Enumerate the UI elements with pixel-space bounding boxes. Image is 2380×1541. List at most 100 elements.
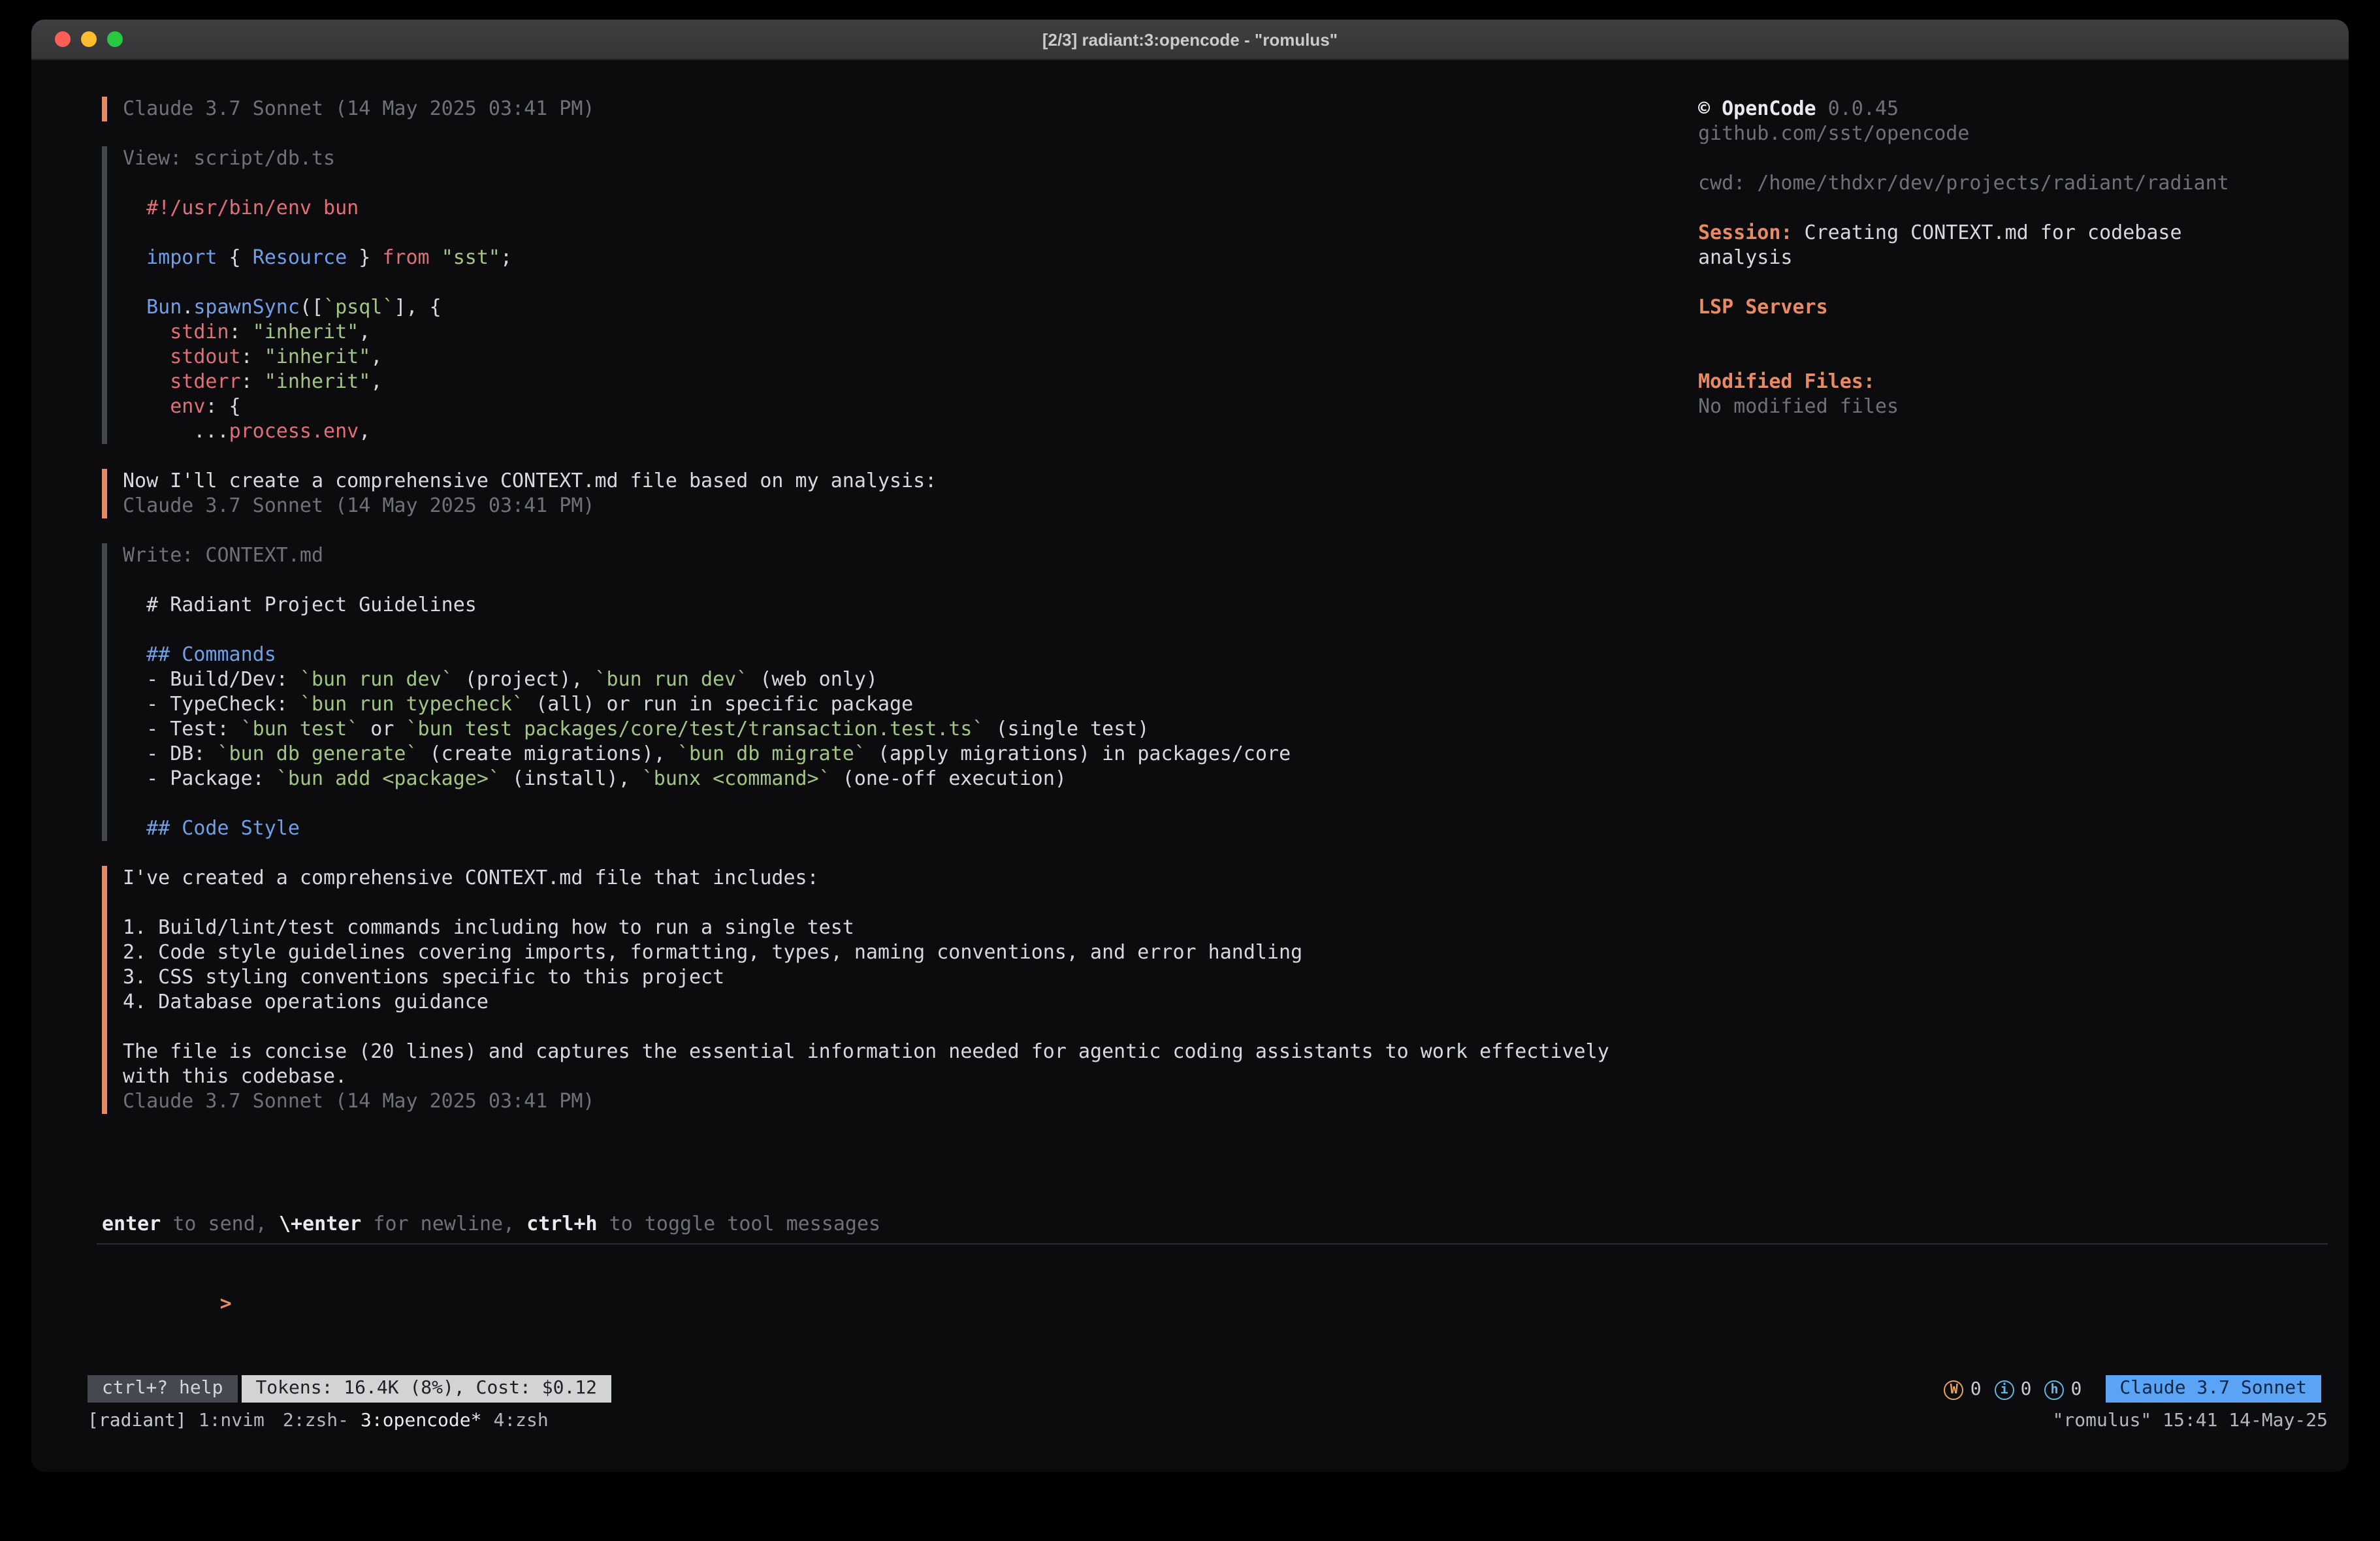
text-span: Now I'll create a comprehensive CONTEXT.… [123, 469, 937, 492]
text-span: # Radiant Project Guidelines [123, 593, 477, 616]
text-span: with this codebase. [123, 1064, 347, 1088]
tmux-host-clock: "romulus" 15:41 14-May-25 [2053, 1409, 2328, 1434]
text-span: Bun [146, 295, 182, 319]
text-line: - Package: `bun add <package>` (install)… [123, 767, 2349, 791]
text-span [123, 394, 170, 418]
text-span: LSP Servers [1698, 295, 1828, 319]
text-span: `bun db migrate` [677, 742, 866, 765]
text-line: 1. Build/lint/test commands including ho… [123, 915, 2349, 940]
diagnostic-h-icon: h [2045, 1380, 2065, 1399]
text-line: I've created a comprehensive CONTEXT.md … [123, 866, 2349, 891]
prompt-line[interactable]: > [97, 1267, 2328, 1341]
text-span: `bun run typecheck` [300, 692, 524, 716]
text-line: analysis [1698, 246, 2299, 270]
text-span: (install), [500, 767, 642, 790]
text-span [123, 246, 146, 269]
text-span [123, 816, 146, 840]
lsp-diagnostics: W0i0h0 [1944, 1376, 2095, 1402]
text-span: (web only) [748, 667, 878, 691]
text-line: The file is concise (20 lines) and captu… [123, 1040, 2349, 1064]
text-line: with this codebase. [123, 1064, 2349, 1089]
diagnostic-W-count: 0 [1970, 1377, 1982, 1402]
text-span: `bun run dev` [300, 667, 453, 691]
text-span: to toggle tool messages [598, 1212, 881, 1235]
text-span: 1. Build/lint/test commands including ho… [123, 915, 854, 939]
text-line: - TypeCheck: `bun run typecheck` (all) o… [123, 692, 2349, 717]
tmux-window-2:zsh-[interactable]: 2:zsh- [283, 1410, 349, 1431]
text-span: ; [500, 246, 512, 269]
tmux-window-1:nvim[interactable]: 1:nvim [199, 1410, 265, 1431]
text-span: analysis [1698, 246, 1793, 269]
diagnostic-W: W0 [1944, 1377, 1982, 1402]
text-span: Modified Files: [1698, 370, 1875, 393]
text-line: Claude 3.7 Sonnet (14 May 2025 03:41 PM) [123, 494, 2349, 518]
text-span: Resource [253, 246, 347, 269]
text-line [1698, 270, 2299, 295]
zoom-button[interactable] [107, 31, 123, 47]
text-line: Modified Files: [1698, 370, 2299, 394]
tmux-window-3:opencode*[interactable]: 3:opencode* [361, 1410, 481, 1431]
composer: enter to send, \+enter for newline, ctrl… [97, 1212, 2328, 1341]
text-span: `bun db generate` [217, 742, 418, 765]
text-line [123, 618, 2349, 643]
text-span: I've created a comprehensive CONTEXT.md … [123, 866, 819, 889]
text-line: ...process.env, [123, 419, 2349, 444]
text-span: `bun run dev` [595, 667, 748, 691]
text-line: - DB: `bun db generate` (create migratio… [123, 742, 2349, 767]
text-span: : { [205, 394, 240, 418]
text-line: cwd: /home/thdxr/dev/projects/radiant/ra… [1698, 171, 2299, 196]
text-span: "inherit" [265, 370, 371, 393]
text-span [123, 295, 146, 319]
help-shortcut-badge[interactable]: ctrl+? help [88, 1375, 237, 1403]
text-span: stdout [170, 345, 240, 368]
text-span: ctrl+h [526, 1212, 597, 1235]
titlebar[interactable]: [2/3] radiant:3:opencode - "romulus" [31, 20, 2349, 60]
text-span: : [229, 320, 253, 343]
text-span: `bun add <package>` [276, 767, 500, 790]
minimize-button[interactable] [81, 31, 97, 47]
text-line [123, 1015, 2349, 1040]
model-badge[interactable]: Claude 3.7 Sonnet [2105, 1375, 2321, 1403]
text-span: for newline, [361, 1212, 526, 1235]
text-span: #!/usr/bin/env bun [146, 196, 359, 219]
composer-divider [97, 1243, 2328, 1245]
text-span [123, 196, 146, 219]
text-span: ## Commands [146, 643, 276, 666]
text-span: - Package: [123, 767, 276, 790]
text-span: , [370, 370, 382, 393]
text-span: (single test) [984, 717, 1150, 740]
close-button[interactable] [55, 31, 71, 47]
text-line: - Test: `bun test` or `bun test packages… [123, 717, 2349, 742]
text-span: stdin [170, 320, 229, 343]
text-span: "inherit" [265, 345, 371, 368]
text-span: , [359, 320, 370, 343]
text-line: # Radiant Project Guidelines [123, 593, 2349, 618]
tmux-window-4:zsh[interactable]: 4:zsh [493, 1410, 548, 1431]
diagnostic-i-count: 0 [2021, 1377, 2032, 1402]
text-line: 3. CSS styling conventions specific to t… [123, 965, 2349, 990]
text-span: Session: [1698, 221, 1793, 244]
text-span: Claude 3.7 Sonnet (14 May 2025 03:41 PM) [123, 97, 594, 120]
text-span: The file is concise (20 lines) and captu… [123, 1040, 1609, 1063]
traffic-lights [55, 20, 123, 59]
tokens-cost-badge: Tokens: 16.4K (8%), Cost: $0.12 [241, 1375, 611, 1403]
text-span: (all) or run in specific package [524, 692, 913, 716]
text-line: No modified files [1698, 394, 2299, 419]
text-line: github.com/sst/opencode [1698, 121, 2299, 146]
text-span: Claude 3.7 Sonnet (14 May 2025 03:41 PM) [123, 494, 594, 517]
text-span [123, 370, 170, 393]
text-line [1698, 146, 2299, 171]
sidebar: © OpenCode 0.0.45github.com/sst/opencode… [1698, 97, 2299, 419]
text-span: \+enter [279, 1212, 361, 1235]
text-line [123, 791, 2349, 816]
terminal: Claude 3.7 Sonnet (14 May 2025 03:41 PM)… [31, 60, 2349, 1472]
text-line: Session: Creating CONTEXT.md for codebas… [1698, 221, 2299, 246]
text-span: spawnSync [193, 295, 300, 319]
tool-call-write: Write: CONTEXT.md # Radiant Project Guid… [102, 543, 2349, 841]
text-span: (project), [453, 667, 595, 691]
statusbar: ctrl+? help Tokens: 16.4K (8%), Cost: $0… [88, 1375, 2321, 1403]
text-span: `bun test packages/core/test/transaction… [406, 717, 984, 740]
text-line: Claude 3.7 Sonnet (14 May 2025 03:41 PM) [123, 1089, 2349, 1114]
text-line [123, 891, 2349, 915]
text-span: - DB: [123, 742, 217, 765]
